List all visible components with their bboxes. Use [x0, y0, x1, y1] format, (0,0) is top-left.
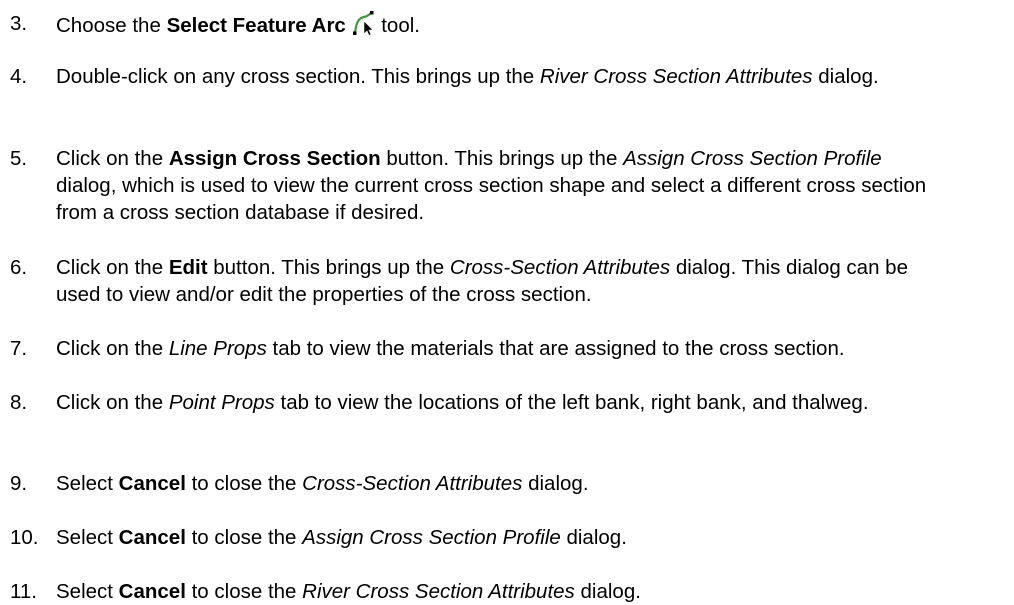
step-text-run: Select [56, 580, 119, 603]
step-text-run: Click on the [56, 391, 169, 414]
step-text-run: Choose the [56, 14, 167, 37]
step-text-run: button. This brings up the [207, 256, 450, 279]
step-text-run: dialog. [574, 580, 641, 603]
step-text-run: to close the [185, 472, 303, 495]
step-text: Choose the Select Feature Arc tool. [56, 10, 936, 39]
step-number: 5. [10, 147, 28, 170]
step-italic-term: Point Props [168, 391, 275, 414]
step-italic-term: Assign Cross Section Profile [302, 526, 561, 549]
instruction-steps-list: 3. Choose the Select Feature Arc tool. 4. D… [0, 0, 1014, 603]
step-text-run: dialog. [812, 65, 879, 88]
step-text-run: to close the [185, 526, 303, 549]
step-text-run: Double-click on any cross section. This … [56, 65, 540, 88]
step-text-run: to close the [185, 580, 303, 603]
step-number: 6. [10, 256, 28, 279]
step-italic-term: Cross-Section Attributes [449, 256, 671, 279]
step-text-run: dialog. [560, 526, 627, 549]
step-text-run: dialog, which is used to view the curren… [56, 174, 927, 224]
step-italic-term: River Cross Section Attributes [539, 65, 813, 88]
step-text: Select Cancel to close the River Cross S… [56, 578, 936, 605]
step-italic-term: Assign Cross Section Profile [623, 147, 882, 170]
step-text-run: tab to view the locations of the left ba… [274, 391, 869, 414]
step-bold-term: Cancel [118, 472, 186, 495]
step-number: 4. [10, 65, 28, 88]
step-text-run: Click on the [56, 256, 169, 279]
step-number: 9. [10, 472, 28, 495]
select-feature-arc-icon [352, 11, 374, 36]
step-text: Select Cancel to close the Assign Cross … [56, 524, 936, 551]
step-number: 3. [10, 12, 28, 35]
step-number: 11. [10, 580, 37, 603]
step-number: 8. [10, 391, 28, 414]
step-bold-term: Cancel [118, 526, 186, 549]
step-text-run: tab to view the materials that are assig… [266, 337, 845, 360]
step-text-run: Select [56, 472, 119, 495]
step-italic-term: River Cross Section Attributes [302, 580, 575, 603]
step-italic-term: Cross-Section Attributes [302, 472, 523, 495]
step-bold-term: Cancel [118, 580, 186, 603]
step-bold-term: Assign Cross Section [168, 147, 381, 170]
step-number: 7. [10, 337, 28, 360]
step-text: Double-click on any cross section. This … [56, 63, 936, 90]
step-text-run: tool. [375, 14, 420, 37]
step-text: Click on the Edit button. This brings up… [56, 254, 936, 308]
step-bold-term: Select Feature Arc [166, 14, 346, 37]
step-italic-term: Line Props [168, 337, 267, 360]
step-bold-term: Edit [168, 256, 208, 279]
step-text: Select Cancel to close the Cross-Section… [56, 470, 936, 497]
step-text-run: Click on the [56, 147, 169, 170]
step-text-run: button. This brings up the [380, 147, 624, 170]
step-text: Click on the Line Props tab to view the … [56, 335, 936, 362]
step-text: Click on the Assign Cross Section button… [56, 145, 936, 226]
step-text-run: Click on the [56, 337, 169, 360]
step-text-run: dialog. [522, 472, 589, 495]
step-text: Click on the Point Props tab to view the… [56, 389, 936, 416]
step-number: 10. [10, 526, 39, 549]
step-text-run: Select [56, 526, 119, 549]
